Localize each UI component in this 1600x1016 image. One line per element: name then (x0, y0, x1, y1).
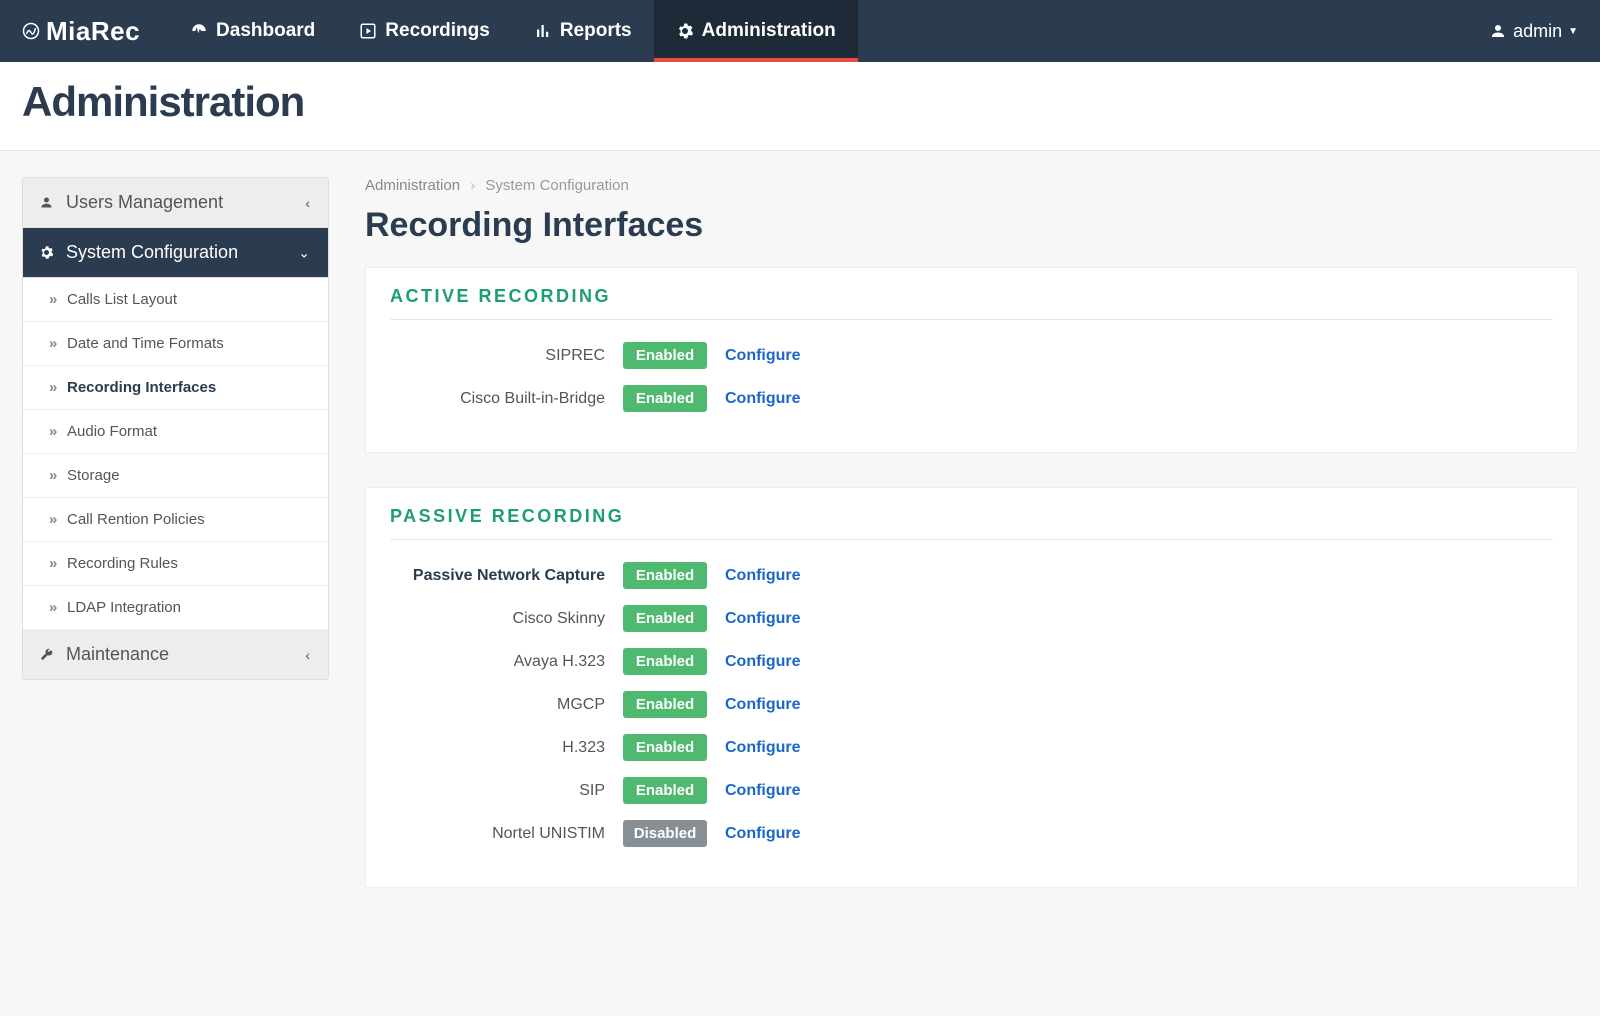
nav-recordings[interactable]: Recordings (337, 0, 512, 62)
sidebar-subitem[interactable]: Call Rention Policies (23, 498, 328, 542)
nav-recordings-label: Recordings (385, 20, 490, 42)
content-title: Recording Interfaces (365, 206, 1578, 245)
sidebar-subitems: Calls List LayoutDate and Time FormatsRe… (23, 278, 328, 630)
configure-link[interactable]: Configure (725, 696, 1553, 714)
interface-row: Passive Network Capture Enabled Configure (390, 558, 1553, 601)
user-menu[interactable]: admin ▼ (1489, 0, 1578, 62)
nav-dashboard[interactable]: Dashboard (168, 0, 337, 62)
sidebar-maintenance-label: Maintenance (66, 644, 169, 665)
brand-text: MiaRec (46, 16, 140, 47)
reports-icon (534, 22, 552, 40)
interface-row: Avaya H.323 Enabled Configure (390, 644, 1553, 687)
sidebar-subitem[interactable]: Recording Rules (23, 542, 328, 586)
configure-link[interactable]: Configure (725, 782, 1553, 800)
nav-reports[interactable]: Reports (512, 0, 654, 62)
sidebar-subitem[interactable]: Recording Interfaces (23, 366, 328, 410)
interface-row: MGCP Enabled Configure (390, 687, 1553, 730)
configure-link[interactable]: Configure (725, 610, 1553, 628)
gear-icon (39, 245, 54, 260)
status-badge: Enabled (623, 691, 707, 718)
content-area: Administration › System Configuration Re… (365, 177, 1578, 922)
status-badge: Enabled (623, 385, 707, 412)
passive-recording-card: PASSIVE RECORDING Passive Network Captur… (365, 487, 1578, 888)
dashboard-icon (190, 22, 208, 40)
interface-name: Avaya H.323 (390, 653, 605, 671)
sidebar-system-configuration-label: System Configuration (66, 242, 238, 263)
gear-icon (676, 22, 694, 40)
interface-row: SIP Enabled Configure (390, 773, 1553, 816)
sidebar-subitem[interactable]: Date and Time Formats (23, 322, 328, 366)
interface-name: Passive Network Capture (390, 567, 605, 585)
configure-link[interactable]: Configure (725, 739, 1553, 757)
status-badge: Enabled (623, 605, 707, 632)
status-badge: Enabled (623, 562, 707, 589)
main-area: Users Management ‹ System Configuration … (0, 151, 1600, 948)
breadcrumb: Administration › System Configuration (365, 177, 1578, 194)
nav-reports-label: Reports (560, 20, 632, 42)
interface-name: MGCP (390, 696, 605, 714)
active-recording-card: ACTIVE RECORDING SIPRECEnabledConfigureC… (365, 267, 1578, 453)
nav-dashboard-label: Dashboard (216, 20, 315, 42)
sidebar-subitem[interactable]: Calls List Layout (23, 278, 328, 322)
interface-name: Nortel UNISTIM (390, 825, 605, 843)
top-nav: MiaRec Dashboard Recordings Reports Admi… (0, 0, 1600, 62)
user-label: admin (1513, 21, 1562, 42)
configure-link[interactable]: Configure (725, 390, 1553, 408)
active-recording-title: ACTIVE RECORDING (390, 286, 1553, 320)
chevron-right-icon: › (470, 177, 475, 194)
page-title: Administration (22, 78, 1578, 126)
interface-row: H.323 Enabled Configure (390, 730, 1553, 773)
nav-links: Dashboard Recordings Reports Administrat… (168, 0, 858, 62)
configure-link[interactable]: Configure (725, 347, 1553, 365)
nav-administration-label: Administration (702, 20, 836, 42)
interface-name: SIPREC (390, 347, 605, 365)
status-badge: Enabled (623, 777, 707, 804)
interface-row: Nortel UNISTIM Disabled Configure (390, 816, 1553, 859)
configure-link[interactable]: Configure (725, 653, 1553, 671)
interface-row: SIPREC Enabled Configure (390, 338, 1553, 381)
sidebar: Users Management ‹ System Configuration … (22, 177, 329, 680)
user-icon (39, 195, 54, 210)
brand-icon (22, 22, 40, 40)
interface-row: Cisco Skinny Enabled Configure (390, 601, 1553, 644)
interface-name: Cisco Built-in-Bridge (390, 390, 605, 408)
sidebar-subitem[interactable]: Storage (23, 454, 328, 498)
sidebar-users-management-label: Users Management (66, 192, 223, 213)
configure-link[interactable]: Configure (725, 825, 1553, 843)
breadcrumb-section: System Configuration (485, 177, 628, 194)
chevron-down-icon: ⌄ (298, 244, 310, 261)
chevron-left-icon: ‹ (305, 195, 310, 211)
nav-administration[interactable]: Administration (654, 0, 858, 62)
sidebar-subitem[interactable]: Audio Format (23, 410, 328, 454)
interface-row: Cisco Built-in-Bridge Enabled Configure (390, 381, 1553, 424)
status-badge: Enabled (623, 734, 707, 761)
breadcrumb-root[interactable]: Administration (365, 177, 460, 194)
recordings-icon (359, 22, 377, 40)
sidebar-subitem[interactable]: LDAP Integration (23, 586, 328, 630)
interface-name: SIP (390, 782, 605, 800)
sidebar-maintenance[interactable]: Maintenance ‹ (23, 630, 328, 679)
interface-name: Cisco Skinny (390, 610, 605, 628)
user-icon (1489, 22, 1507, 40)
configure-link[interactable]: Configure (725, 567, 1553, 585)
wrench-icon (39, 647, 54, 662)
interface-name: H.323 (390, 739, 605, 757)
chevron-left-icon: ‹ (305, 647, 310, 663)
status-badge: Enabled (623, 342, 707, 369)
caret-down-icon: ▼ (1568, 26, 1578, 37)
status-badge: Enabled (623, 648, 707, 675)
page-header: Administration (0, 62, 1600, 151)
status-badge: Disabled (623, 820, 707, 847)
passive-recording-title: PASSIVE RECORDING (390, 506, 1553, 540)
brand-logo[interactable]: MiaRec (22, 0, 168, 62)
sidebar-system-configuration[interactable]: System Configuration ⌄ (23, 228, 328, 278)
sidebar-users-management[interactable]: Users Management ‹ (23, 178, 328, 228)
